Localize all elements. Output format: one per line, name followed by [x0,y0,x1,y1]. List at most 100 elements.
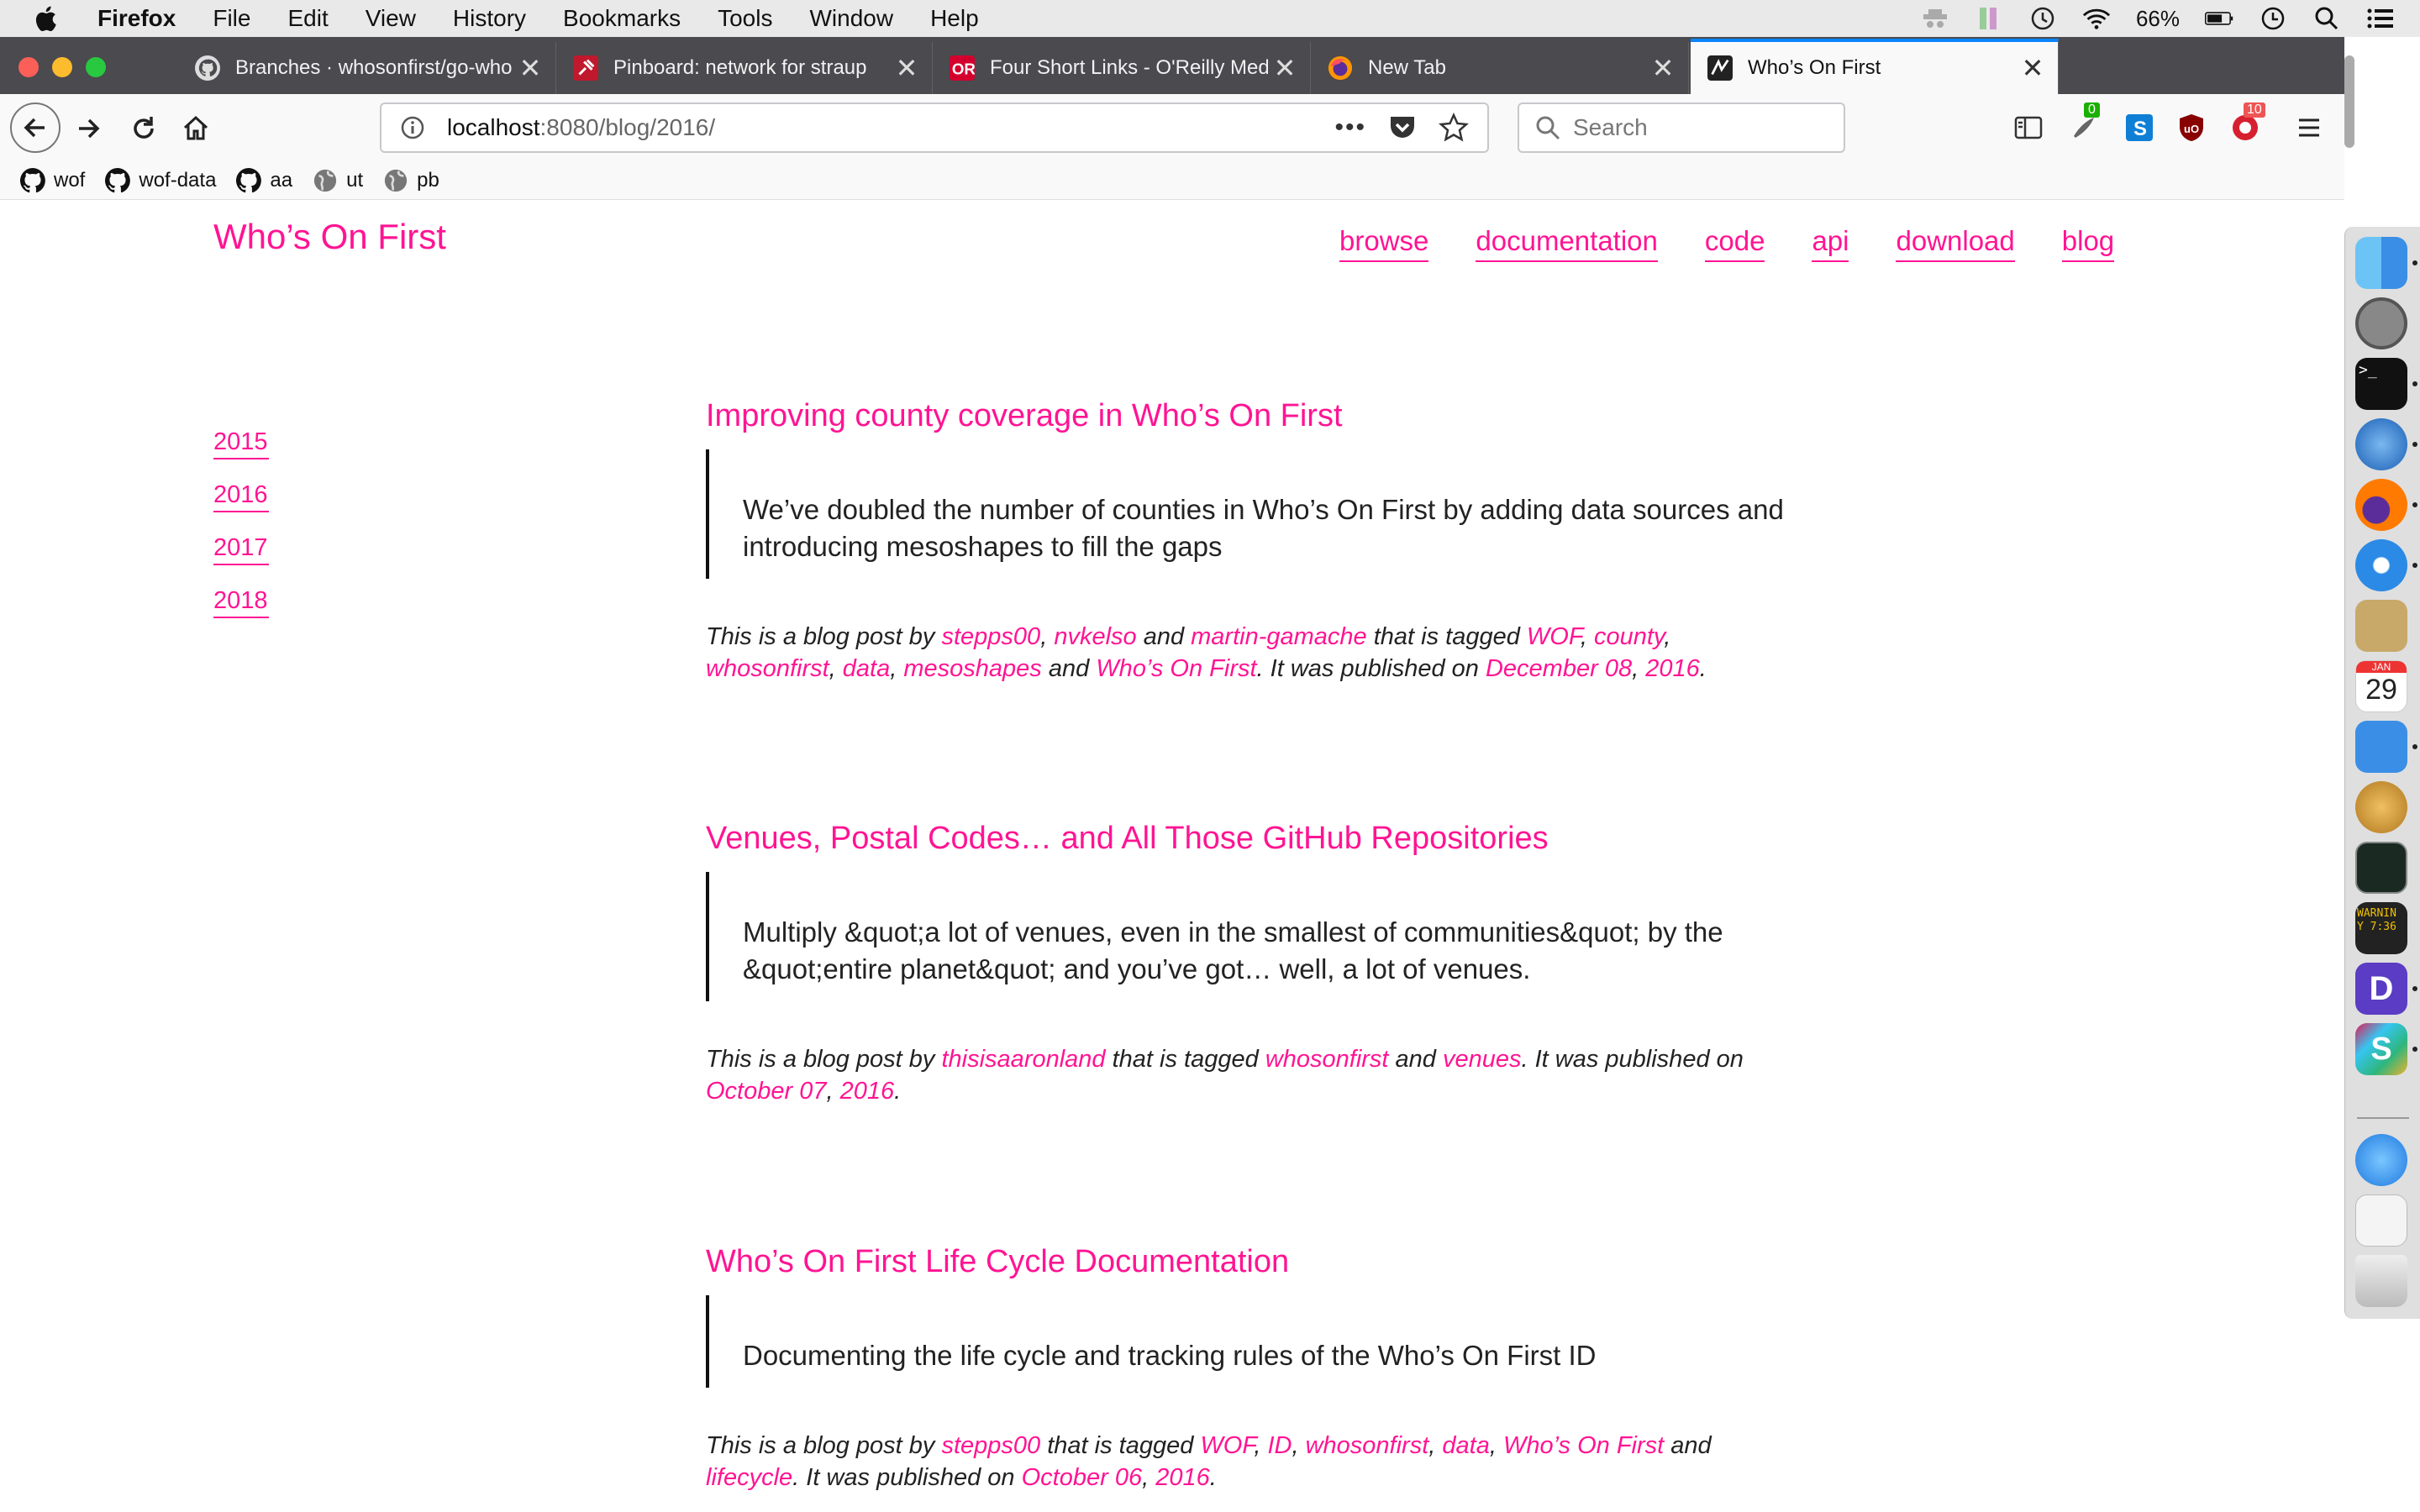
notes-app-icon[interactable] [2355,600,2407,652]
post-meta-link[interactable]: martin-gamache [1191,623,1367,650]
post-meta-link[interactable]: Who’s On First [1096,655,1256,682]
post-meta-link[interactable]: data [843,655,890,682]
close-tab-icon[interactable]: ✕ [513,52,547,84]
finder-icon[interactable] [2355,237,2407,289]
post-meta-link[interactable]: ID [1267,1432,1292,1459]
menu-bookmarks[interactable]: Bookmarks [563,5,681,32]
tab-whos-on-first[interactable]: Who’s On First ✕ [1691,39,2059,94]
pocket-icon[interactable] [1388,114,1417,141]
post-meta-link[interactable]: mesoshapes [903,655,1041,682]
url-bar[interactable]: localhost:8080/blog/2016/ ••• [380,102,1489,153]
terminal-icon[interactable]: >_ [2355,358,2407,410]
tab-github-branches[interactable]: Branches · whosonfirst/go-who ✕ [178,42,556,94]
post-meta-link[interactable]: county [1594,623,1664,650]
post-meta-link[interactable]: December 08 [1486,655,1632,682]
back-button[interactable] [10,102,60,153]
post-meta-link[interactable]: October 07 [706,1078,826,1105]
tab-oreilly[interactable]: OR Four Short Links - O'Reilly Med ✕ [933,42,1311,94]
hamburger-menu-icon[interactable] [2294,113,2324,143]
post-title-link[interactable]: Who’s On First Life Cycle Documentation [706,1244,1289,1279]
app-store-icon[interactable] [2355,1134,2407,1186]
menu-tools[interactable]: Tools [718,5,772,32]
post-meta-link[interactable]: stepps00 [941,1432,1040,1459]
bookmark-star-icon[interactable] [1439,113,1469,143]
year-link-2016[interactable]: 2016 [213,481,269,512]
nav-blog[interactable]: blog [2061,225,2115,262]
extension-counter-icon[interactable]: 0 [2069,102,2102,143]
year-link-2018[interactable]: 2018 [213,587,269,618]
nav-download[interactable]: download [1896,225,2015,262]
bookmark-wof-data[interactable]: wof-data [105,167,216,193]
notification-center-icon[interactable] [2366,6,2395,31]
year-link-2015[interactable]: 2015 [213,428,269,459]
thunderbird-icon[interactable] [2355,418,2407,470]
post-title-link[interactable]: Venues, Postal Codes… and All Those GitH… [706,821,1549,856]
cyberduck-icon[interactable] [2355,781,2407,833]
bookmark-ut[interactable]: ut [313,168,363,193]
menu-view[interactable]: View [366,5,416,32]
info-icon[interactable] [400,115,425,140]
extension-counter-icon-2[interactable]: 10 [2230,102,2265,143]
post-meta-link[interactable]: venues [1443,1046,1522,1073]
vpn-icon[interactable] [2259,6,2287,31]
menu-window[interactable]: Window [809,5,893,32]
stats-icon[interactable] [1975,6,2003,31]
ublock-icon[interactable]: uO [2176,113,2207,143]
bookmark-wof[interactable]: wof [20,167,85,193]
nav-code[interactable]: code [1704,225,1765,262]
post-meta-link[interactable]: 2016 [840,1078,895,1105]
post-meta-link[interactable]: thisisaaronland [941,1046,1105,1073]
post-meta-link[interactable]: whosonfirst [1265,1046,1389,1073]
close-tab-icon[interactable]: ✕ [1646,52,1680,84]
calendar-icon[interactable]: JAN 29 [2355,660,2407,712]
dash-icon[interactable]: D [2355,963,2407,1015]
post-meta-link[interactable]: lifecycle [706,1464,792,1491]
post-meta-link[interactable]: 2016 [1155,1464,1210,1491]
tweetbot-icon[interactable] [2355,721,2407,773]
post-meta-link[interactable]: stepps00 [941,623,1040,650]
bookmark-aa[interactable]: aa [236,167,292,193]
spotlight-icon[interactable] [2312,6,2341,31]
menu-app-name[interactable]: Firefox [97,5,176,32]
home-button[interactable] [173,106,218,151]
post-meta-link[interactable]: whosonfirst [1306,1432,1429,1459]
sidebar-toggle-icon[interactable] [2013,113,2044,143]
safari-icon[interactable] [2355,539,2407,591]
nav-documentation[interactable]: documentation [1476,225,1658,262]
battery-icon[interactable] [2205,6,2233,31]
post-meta-link[interactable]: WOF [1527,623,1581,650]
site-title-link[interactable]: Who’s On First [213,217,446,257]
apple-icon[interactable] [34,5,57,32]
year-link-2017[interactable]: 2017 [213,534,269,565]
console-icon[interactable]: WARNIN Y 7:36 [2355,902,2407,954]
time-machine-icon[interactable] [2028,6,2057,31]
post-meta-link[interactable]: Who’s On First [1503,1432,1664,1459]
post-meta-link[interactable]: nvkelso [1054,623,1136,650]
document-icon[interactable] [2355,1194,2407,1247]
system-preferences-icon[interactable] [2355,297,2407,349]
menu-help[interactable]: Help [930,5,979,32]
menu-history[interactable]: History [453,5,526,32]
nav-browse[interactable]: browse [1339,225,1429,262]
post-meta-link[interactable]: data [1442,1432,1489,1459]
nav-api[interactable]: api [1812,225,1849,262]
minimize-window-button[interactable] [52,57,72,77]
tab-pinboard[interactable]: Pinboard: network for straup ✕ [556,42,933,94]
forward-button[interactable] [66,106,111,151]
zoom-window-button[interactable] [86,57,106,77]
bookmark-pb[interactable]: pb [383,168,439,193]
search-bar[interactable]: Search [1518,102,1845,153]
post-title-link[interactable]: Improving county coverage in Who’s On Fi… [706,398,1343,433]
firefox-dock-icon[interactable] [2355,479,2407,531]
skype-extension-icon[interactable]: S [2124,113,2154,143]
post-meta-link[interactable]: WOF [1200,1432,1254,1459]
trash-icon[interactable] [2355,1255,2407,1307]
window-resize-handle[interactable] [2344,55,2354,148]
page-actions-icon[interactable]: ••• [1334,113,1366,142]
reload-button[interactable] [121,106,166,151]
menu-edit[interactable]: Edit [287,5,328,32]
close-tab-icon[interactable]: ✕ [2016,52,2049,84]
activity-monitor-icon[interactable] [2355,842,2407,894]
slack-icon[interactable]: S [2355,1023,2407,1075]
tab-new-tab[interactable]: New Tab ✕ [1311,42,1689,94]
